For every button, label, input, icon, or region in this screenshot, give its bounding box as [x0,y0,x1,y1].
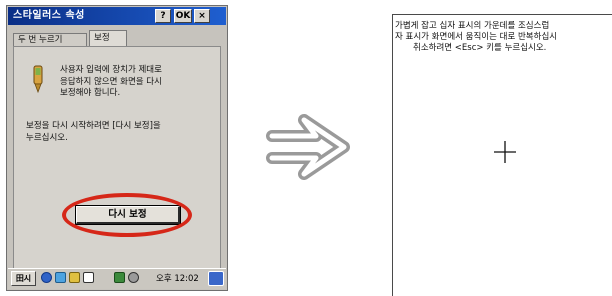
close-button[interactable]: × [194,9,210,23]
crosshair-icon[interactable] [494,141,516,163]
network-icon[interactable] [41,272,52,283]
pen-icon[interactable] [55,272,66,283]
sync-icon[interactable] [114,272,125,283]
tab-calibration[interactable]: 보정 [89,30,127,46]
calibration-panel: 사용자 입력에 장치가 제대로 응답하지 않으면 화면을 다시 보정해야 합니다… [13,46,221,269]
right-arrow-icon [266,114,350,180]
calibration-screen: 가볍게 잡고 십자 표시의 가운데를 조심스럽 자 표시가 화면에서 움직이는 … [392,14,612,296]
taskbar: 田시 오후 12:02 [8,268,226,289]
instruction-line-2: 자 표시가 화면에서 움직이는 대로 반복하십시 [395,32,558,42]
stylus-icon [33,65,43,93]
title-bar: 스타일러스 속성 ? OK × [8,7,226,25]
window-title: 스타일러스 속성 [13,10,85,21]
start-button[interactable]: 田시 [11,271,36,286]
highlight-ring [62,193,192,237]
keyboard-icon[interactable] [208,271,224,286]
tab-double-tap[interactable]: 두 번 누르기 [13,33,87,46]
ok-button[interactable]: OK [174,9,192,23]
instruction-line-1: 가볍게 잡고 십자 표시의 가운데를 조심스럽 [395,21,550,31]
instruction-line-3: 취소하려면 <Esc> 키를 누르십시오. [413,43,547,53]
description-text: 사용자 입력에 장치가 제대로 응답하지 않으면 화면을 다시 보정해야 합니다… [60,65,162,98]
clock: 오후 12:02 [156,274,199,284]
app-icon[interactable] [69,272,80,283]
instruction-text: 보정을 다시 시작하려면 [다시 보정]을 누르십시오. [26,121,161,143]
calibration-instructions: 가볍게 잡고 십자 표시의 가운데를 조심스럽 자 표시가 화면에서 움직이는 … [395,21,612,54]
help-button[interactable]: ? [155,9,171,23]
device-screen: 스타일러스 속성 ? OK × 두 번 누르기 보정 사용자 입력에 장치가 제… [6,5,228,291]
settings-icon[interactable] [128,272,139,283]
connection-icon[interactable] [83,272,94,283]
